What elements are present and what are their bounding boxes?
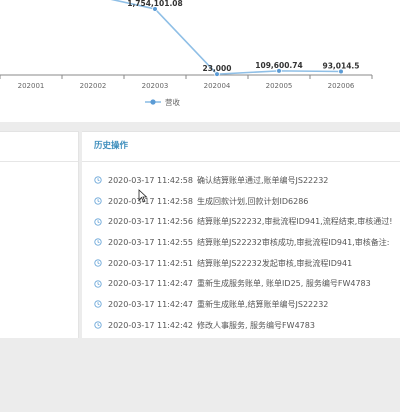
- history-item-text: 修改人事服务, 服务编号FW4783: [196, 320, 315, 330]
- clock-icon: [94, 280, 102, 288]
- history-item-time: 2020-03-17 11:42:58: [108, 196, 193, 206]
- clock-icon: [94, 259, 102, 267]
- history-item-time: 2020-03-17 11:42:47: [108, 299, 193, 309]
- clock-icon: [94, 176, 102, 184]
- history-item: 2020-03-17 11:42:42 修改人事服务, 服务编号FW4783: [82, 315, 400, 336]
- page-background: [0, 338, 400, 412]
- history-item-text: 重新生成服务账单, 账单ID25, 服务编号FW4783: [196, 279, 371, 289]
- clock-icon: [94, 321, 102, 329]
- history-item: 2020-03-17 11:42:56 结算账单JS22232,审批流程ID941…: [82, 211, 400, 232]
- data-label: 93,014.5: [322, 61, 359, 70]
- revenue-chart-panel: 202001 202002 202003 202004 202005 202006 1,75…: [0, 0, 400, 123]
- legend-marker: [150, 99, 156, 105]
- history-item-time: 2020-03-17 11:42:55: [108, 237, 193, 247]
- history-item-text: 生成回款计划,回款计划ID6286: [196, 196, 309, 206]
- history-item: 2020-03-17 11:42:55 结算账单JS22232审核成功,审批流程I…: [82, 232, 400, 253]
- section-gap: [0, 122, 400, 131]
- history-item: 2020-03-17 11:42:47 重新生成服务账单, 账单ID25, 服务编…: [82, 273, 400, 294]
- data-label: 1,754,101.08: [127, 0, 183, 8]
- history-item: 2020-03-17 11:42:58 确认结算账单通过,账单编号JS22232: [82, 170, 400, 191]
- history-panel: 历史操作 2020-03-17 11:42:58 确认结算账单通过,账单编号JS2…: [82, 131, 400, 339]
- history-item: 2020-03-17 11:42:47 重新生成账单,结算账单编号JS22232: [82, 294, 400, 315]
- history-title: 历史操作: [82, 132, 400, 162]
- x-tick-label: 202006: [328, 82, 355, 90]
- history-item-text: 结算账单JS22232,审批流程ID941,流程结束,审核通过!: [196, 217, 393, 227]
- history-item-time: 2020-03-17 11:42:51: [108, 258, 193, 268]
- history-item-text: 确认结算账单通过,账单编号JS22232: [196, 175, 329, 185]
- left-panel: [0, 131, 79, 339]
- revenue-line-chart: 202001 202002 202003 202004 202005 202006 1,75…: [0, 0, 373, 107]
- data-label: 23,000: [203, 64, 232, 73]
- left-panel-header: [0, 132, 78, 162]
- history-item-text: 结算账单JS22232发起审核,审批流程ID941: [196, 258, 353, 268]
- history-item: 2020-03-17 11:42:58 生成回款计划,回款计划ID6286: [82, 191, 400, 212]
- clock-icon: [94, 300, 102, 309]
- history-item-time: 2020-03-17 11:42:42: [108, 320, 193, 330]
- history-item: 2020-03-17 11:42:51 结算账单JS22232发起审核,审批流程I…: [82, 253, 400, 274]
- x-tick-label: 202002: [80, 82, 107, 90]
- x-tick-label: 202004: [204, 82, 231, 90]
- x-tick-label: 202003: [142, 82, 169, 90]
- data-label: 109,600.74: [255, 61, 302, 70]
- history-list: 2020-03-17 11:42:58 确认结算账单通过,账单编号JS22232 2…: [82, 170, 400, 336]
- history-item-time: 2020-03-17 11:42:56: [108, 217, 193, 227]
- clock-icon: [94, 238, 102, 247]
- clock-icon: [94, 218, 102, 226]
- history-item-time: 2020-03-17 11:42:58: [108, 175, 193, 185]
- legend-label: 营收: [165, 97, 180, 107]
- history-item-time: 2020-03-17 11:42:47: [108, 279, 193, 289]
- series-line: [154, 8, 342, 75]
- x-tick-label: 202001: [18, 82, 45, 90]
- history-item-text: 结算账单JS22232审核成功,审批流程ID941,审核备注:: [196, 237, 390, 247]
- mouse-cursor-icon: [138, 189, 148, 203]
- history-item-text: 重新生成账单,结算账单编号JS22232: [196, 299, 329, 309]
- clock-icon: [94, 197, 102, 205]
- x-tick-label: 202005: [266, 82, 293, 90]
